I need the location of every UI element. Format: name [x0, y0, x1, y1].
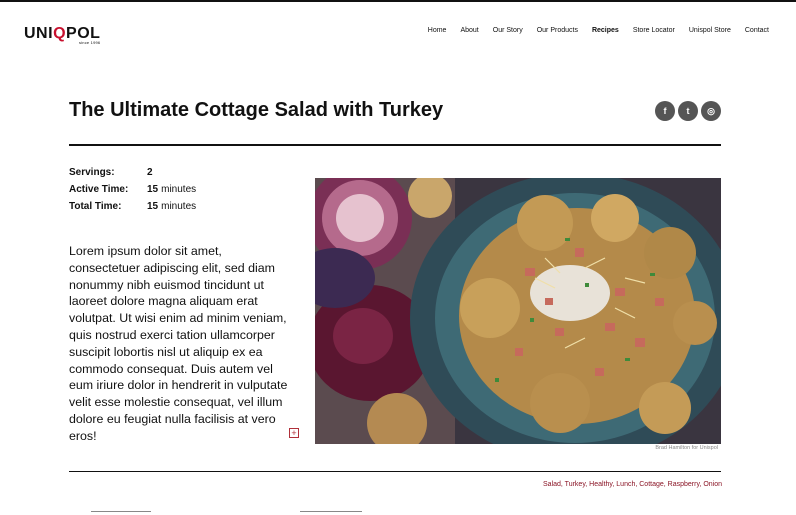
recipe-title: The Ultimate Cottage Salad with Turkey [69, 99, 444, 121]
nav-recipes[interactable]: Recipes [592, 27, 619, 34]
total-time-value: 15 [147, 201, 159, 212]
active-time-label: Active Time: [69, 184, 129, 195]
main-nav: Home About Our Story Our Products Recipe… [414, 27, 769, 34]
expand-icon[interactable]: + [289, 428, 299, 438]
twitter-icon[interactable]: t [678, 101, 698, 121]
total-time-label: Total Time: [69, 201, 122, 212]
recipe-tags[interactable]: Salad, Turkey, Healthy, Lunch, Cottage, … [543, 481, 722, 488]
nav-contact[interactable]: Contact [745, 27, 769, 34]
servings-label: Servings: [69, 167, 115, 178]
logo-since: since 1996 [79, 40, 101, 45]
next-section-stub [91, 511, 151, 512]
nav-our-products[interactable]: Our Products [537, 27, 578, 34]
recipe-meta: Servings: 2 Active Time: 15 minutes Total… [69, 164, 196, 215]
nav-store-locator[interactable]: Store Locator [633, 27, 675, 34]
content-divider [69, 471, 721, 472]
recipe-description: Lorem ipsum dolor sit amet, consectetuer… [69, 244, 288, 443]
active-time-unit: minutes [161, 184, 197, 195]
facebook-icon[interactable]: f [655, 101, 675, 121]
total-time-unit: minutes [161, 201, 197, 212]
brand-logo[interactable]: UNIQPOL since 1996 [24, 25, 106, 49]
servings-value: 2 [147, 167, 153, 178]
active-time-value: 15 [147, 184, 159, 195]
nav-our-story[interactable]: Our Story [493, 27, 523, 34]
social-links: f t ◎ [655, 101, 721, 121]
nav-store[interactable]: Unispol Store [689, 27, 731, 34]
photo-credit: Brad Hamilton for Unispol [655, 445, 718, 451]
recipe-photo [315, 178, 721, 444]
nav-home[interactable]: Home [428, 27, 447, 34]
instagram-icon[interactable]: ◎ [701, 101, 721, 121]
next-section-stub [300, 511, 362, 512]
nav-about[interactable]: About [460, 27, 478, 34]
top-border [0, 0, 796, 2]
title-divider [69, 144, 721, 146]
